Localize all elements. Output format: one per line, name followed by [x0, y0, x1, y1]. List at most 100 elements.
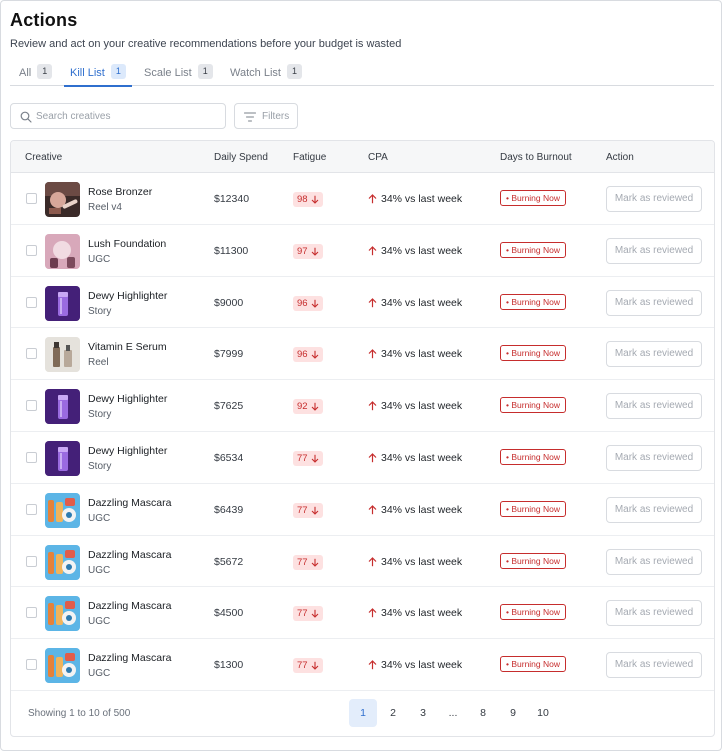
mark-as-reviewed-button[interactable]: Mark as reviewed	[606, 496, 702, 523]
creative-name[interactable]: Lush Foundation	[88, 238, 166, 250]
cpa-value: 34% vs last week	[381, 193, 463, 205]
column-header-days-to-burnout[interactable]: Days to Burnout	[500, 152, 572, 163]
arrow-up-icon	[368, 245, 377, 255]
creative-name[interactable]: Dazzling Mascara	[88, 549, 171, 561]
tab-count-badge: 1	[197, 64, 213, 79]
page-button-8[interactable]: 8	[469, 699, 497, 727]
row-checkbox[interactable]	[26, 193, 37, 204]
creative-name[interactable]: Dewy Highlighter	[88, 393, 167, 405]
arrow-down-icon	[311, 351, 318, 360]
page-ellipsis: ...	[448, 707, 458, 719]
creative-name[interactable]: Vitamin E Serum	[88, 341, 167, 353]
creative-name[interactable]: Rose Bronzer	[88, 186, 152, 198]
row-checkbox[interactable]	[26, 400, 37, 412]
tab-label: Watch List	[230, 67, 281, 79]
cpa-value: 34% vs last week	[381, 400, 463, 413]
cpa-change: 34% vs last week	[368, 348, 462, 360]
column-header-cpa[interactable]: CPA	[368, 152, 388, 163]
filters-button[interactable]: Filters	[234, 103, 298, 129]
fatigue-value: 96	[297, 297, 308, 309]
fatigue-value: 92	[297, 401, 308, 413]
mark-as-reviewed-button[interactable]: Mark as reviewed	[606, 341, 702, 368]
fatigue-badge: 77	[293, 451, 323, 466]
tab-all[interactable]: All 1	[19, 64, 53, 86]
tab-scale-list[interactable]: Scale List 1	[144, 64, 213, 86]
dewy-highlighter-thumbnail	[45, 285, 80, 321]
creative-type: UGC	[88, 253, 111, 265]
tab-label: All	[19, 67, 32, 79]
row-checkbox[interactable]	[26, 607, 37, 619]
creative-name[interactable]: Dewy Highlighter	[88, 445, 167, 457]
burnout-status-badge: • Burning Now	[500, 190, 567, 206]
row-checkbox[interactable]	[26, 659, 37, 671]
row-checkbox[interactable]	[26, 348, 37, 360]
mark-as-reviewed-button[interactable]: Mark as reviewed	[606, 237, 702, 264]
arrow-up-icon	[368, 194, 377, 204]
vitamin-e-serum-thumbnail	[45, 337, 80, 373]
dewy-highlighter-thumbnail	[45, 441, 80, 476]
row-checkbox[interactable]	[26, 244, 37, 256]
mark-as-reviewed-button[interactable]: Mark as reviewed	[606, 548, 702, 575]
page-button-3[interactable]: 3	[409, 699, 437, 727]
page-button-9[interactable]: 9	[499, 699, 527, 727]
fatigue-value: 77	[297, 453, 308, 464]
row-checkbox[interactable]	[26, 555, 37, 567]
dazzling-mascara-thumbnail	[45, 648, 80, 684]
cpa-change: 34% vs last week	[368, 607, 462, 619]
cpa-value: 34% vs last week	[381, 503, 463, 516]
cpa-value: 34% vs last week	[381, 555, 463, 568]
fatigue-badge: 77	[293, 554, 323, 570]
filters-label: Filters	[262, 111, 290, 122]
column-header-creative[interactable]: Creative	[25, 152, 62, 163]
creative-name[interactable]: Dewy Highlighter	[88, 290, 167, 302]
mark-as-reviewed-button[interactable]: Mark as reviewed	[606, 393, 702, 420]
fatigue-badge: 77	[293, 658, 323, 674]
creative-name[interactable]: Dazzling Mascara	[88, 600, 171, 612]
mark-as-reviewed-button[interactable]: Mark as reviewed	[606, 652, 702, 679]
creative-name[interactable]: Dazzling Mascara	[88, 497, 171, 509]
mark-as-reviewed-button[interactable]: Mark as reviewed	[606, 445, 702, 471]
cpa-value: 34% vs last week	[381, 244, 463, 257]
creative-type: Story	[88, 305, 112, 317]
tab-kill-list[interactable]: Kill List 1	[64, 64, 132, 87]
page-button-2[interactable]: 2	[379, 699, 407, 727]
fatigue-badge: 98	[293, 192, 323, 207]
tab-watch-list[interactable]: Watch List 1	[230, 64, 302, 86]
table-row: Dewy Highlighter Story $7625 92 34% vs last …	[11, 380, 714, 432]
tab-count-badge: 1	[37, 64, 53, 79]
arrow-down-icon	[311, 247, 318, 256]
cpa-change: 34% vs last week	[368, 297, 462, 309]
cpa-change: 34% vs last week	[368, 504, 462, 516]
mark-as-reviewed-button[interactable]: Mark as reviewed	[606, 600, 702, 627]
burnout-status-badge: • Burning Now	[500, 552, 567, 569]
table-row: Dazzling Mascara UGC $4500 77 34% vs last we…	[11, 587, 714, 640]
fatigue-badge: 77	[293, 502, 323, 518]
creative-type: UGC	[88, 616, 111, 628]
burnout-status-badge: • Burning Now	[500, 293, 567, 310]
arrow-up-icon	[368, 660, 377, 670]
search-input[interactable]	[36, 108, 221, 125]
burnout-status-badge: • Burning Now	[500, 604, 567, 621]
table-header: Creative Daily Spend Fatigue CPA Days to…	[11, 141, 714, 173]
cpa-value: 34% vs last week	[381, 659, 463, 672]
table-footer: Showing 1 to 10 of 500 1 2 3 ... 8 9 10	[11, 691, 714, 736]
row-checkbox[interactable]	[26, 452, 37, 463]
page-button-10[interactable]: 10	[529, 699, 557, 727]
row-checkbox[interactable]	[26, 296, 37, 308]
mark-as-reviewed-button[interactable]: Mark as reviewed	[606, 186, 702, 212]
mark-as-reviewed-button[interactable]: Mark as reviewed	[606, 289, 702, 316]
arrow-up-icon	[368, 401, 377, 411]
daily-spend: $4500	[214, 607, 244, 620]
rose-bronzer-thumbnail	[45, 182, 80, 217]
column-header-daily-spend[interactable]: Daily Spend	[214, 152, 268, 163]
pagination-summary: Showing 1 to 10 of 500	[28, 708, 131, 719]
burnout-status-badge: • Burning Now	[500, 656, 567, 673]
page-button-1[interactable]: 1	[349, 699, 377, 727]
fatigue-value: 77	[297, 556, 308, 568]
column-header-fatigue[interactable]: Fatigue	[293, 152, 326, 163]
creative-name[interactable]: Dazzling Mascara	[88, 652, 171, 664]
creative-type: Story	[88, 409, 112, 421]
tab-label: Kill List	[70, 67, 105, 79]
row-checkbox[interactable]	[26, 503, 37, 515]
burnout-status-badge: • Burning Now	[500, 397, 567, 414]
